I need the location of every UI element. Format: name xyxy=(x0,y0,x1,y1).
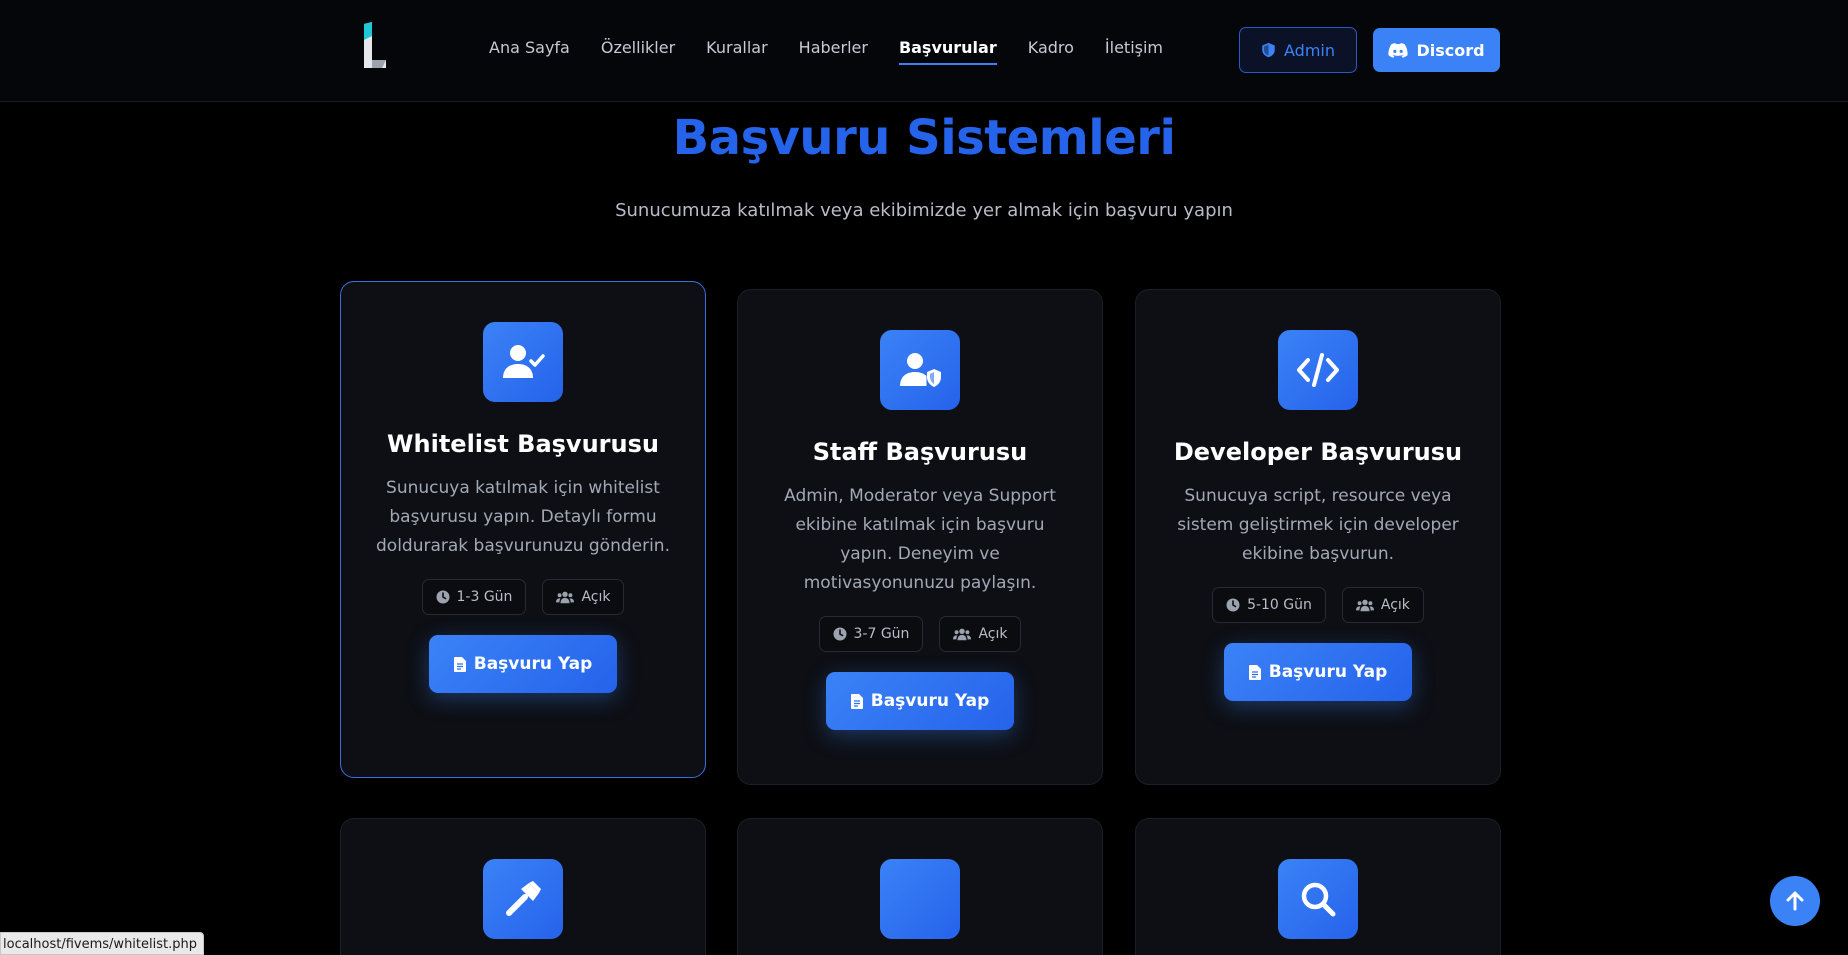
status-text: Açık xyxy=(978,626,1008,642)
admin-button-label: Admin xyxy=(1284,40,1335,60)
status-text: Açık xyxy=(581,589,611,605)
clock-icon xyxy=(1226,598,1240,612)
status-text: Açık xyxy=(1380,597,1410,613)
code-icon xyxy=(1278,330,1358,410)
status-badge: Açık xyxy=(542,579,625,615)
application-card-developer: Developer Başvurusu Sunucuya script, res… xyxy=(1135,289,1501,785)
status-badge: Açık xyxy=(1341,587,1424,623)
document-icon xyxy=(850,693,863,709)
apply-button[interactable]: Başvuru Yap xyxy=(429,635,617,693)
discord-button-label: Discord xyxy=(1416,40,1485,60)
blank-icon xyxy=(880,859,960,939)
status-badge: Açık xyxy=(939,616,1022,652)
status-bar-url: localhost/fivems/whitelist.php xyxy=(0,932,204,955)
apply-button-label: Başvuru Yap xyxy=(870,691,990,711)
application-card-lower-3 xyxy=(1135,818,1501,955)
document-icon xyxy=(453,656,466,672)
card-badges: 3-7 Gün Açık xyxy=(811,616,1030,652)
duration-text: 5-10 Gün xyxy=(1247,597,1312,613)
shield-icon xyxy=(1262,42,1275,58)
scroll-to-top-button[interactable] xyxy=(1770,876,1820,926)
duration-badge: 1-3 Gün xyxy=(421,579,527,615)
apply-button-label: Başvuru Yap xyxy=(473,654,593,674)
card-badges: 5-10 Gün Açık xyxy=(1204,587,1432,623)
nav-link-basvurular[interactable]: Başvurular xyxy=(898,38,997,65)
card-description: Sunucuya script, resource veya sistem ge… xyxy=(1177,486,1459,564)
page-title: Başvuru Sistemleri xyxy=(672,110,1176,166)
card-title: Developer Başvurusu xyxy=(1173,438,1463,466)
admin-button[interactable]: Admin xyxy=(1239,27,1357,73)
user-shield-icon xyxy=(880,330,960,410)
card-title: Staff Başvurusu xyxy=(812,438,1028,466)
users-icon xyxy=(1355,599,1374,612)
arrow-up-icon xyxy=(1786,891,1804,911)
card-description: Admin, Moderator veya Support ekibine ka… xyxy=(784,486,1056,593)
hammer-icon xyxy=(483,859,563,939)
application-card-lower-1 xyxy=(340,818,706,955)
users-icon xyxy=(556,591,575,604)
nav-link-haberler[interactable]: Haberler xyxy=(799,38,868,65)
apply-button[interactable]: Başvuru Yap xyxy=(1224,643,1412,701)
application-card-staff: Staff Başvurusu Admin, Moderator veya Su… xyxy=(737,289,1103,785)
discord-button[interactable]: Discord xyxy=(1373,28,1500,72)
application-card-lower-2 xyxy=(737,818,1103,955)
duration-text: 3-7 Gün xyxy=(853,626,910,642)
duration-badge: 3-7 Gün xyxy=(818,616,924,652)
logo-icon[interactable] xyxy=(362,22,388,70)
document-icon xyxy=(1248,664,1261,680)
card-title: Whitelist Başvurusu xyxy=(387,430,659,458)
clock-icon xyxy=(436,590,450,604)
duration-text: 1-3 Gün xyxy=(456,589,513,605)
nav-link-kurallar[interactable]: Kurallar xyxy=(706,38,768,65)
duration-badge: 5-10 Gün xyxy=(1212,587,1326,623)
nav-link-ozellikler[interactable]: Özellikler xyxy=(601,38,675,65)
nav-link-iletisim[interactable]: İletişim xyxy=(1105,38,1163,65)
search-icon xyxy=(1278,859,1358,939)
card-badges: 1-3 Gün Açık xyxy=(414,579,633,615)
application-card-whitelist: Whitelist Başvurusu Sunucuya katılmak iç… xyxy=(340,281,706,778)
nav-link-kadro[interactable]: Kadro xyxy=(1028,38,1074,65)
apply-button-label: Başvuru Yap xyxy=(1268,662,1388,682)
apply-button[interactable]: Başvuru Yap xyxy=(826,672,1014,730)
discord-icon xyxy=(1388,42,1409,58)
navbar: Ana Sayfa Özellikler Kurallar Haberler B… xyxy=(0,0,1848,102)
page-subtitle: Sunucumuza katılmak veya ekibimizde yer … xyxy=(615,200,1233,221)
clock-icon xyxy=(833,627,847,641)
user-check-icon xyxy=(483,322,563,402)
card-description: Sunucuya katılmak için whitelist başvuru… xyxy=(376,478,670,556)
users-icon xyxy=(953,628,972,641)
nav-link-ana-sayfa[interactable]: Ana Sayfa xyxy=(489,38,570,65)
main-nav: Ana Sayfa Özellikler Kurallar Haberler B… xyxy=(489,38,1194,65)
